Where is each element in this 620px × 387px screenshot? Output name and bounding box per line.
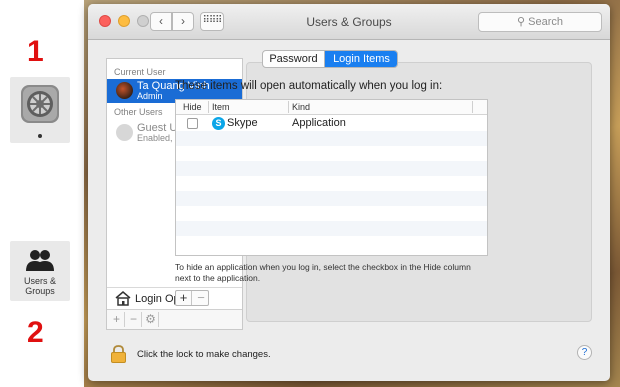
house-icon [115, 291, 131, 306]
lock-message: Click the lock to make changes. [137, 349, 271, 360]
hide-checkbox[interactable] [187, 118, 198, 129]
column-hide[interactable]: Hide [183, 102, 202, 112]
step-number-2: 2 [27, 316, 44, 349]
column-item[interactable]: Item [212, 102, 230, 112]
system-preferences-dock-item[interactable] [10, 77, 70, 143]
empty-row [176, 221, 487, 236]
users-groups-pref-item[interactable]: Users & Groups [10, 241, 70, 301]
search-placeholder: Search [528, 16, 563, 28]
column-divider [288, 101, 289, 113]
help-button[interactable]: ? [577, 345, 592, 360]
add-user-button[interactable]: + [109, 312, 125, 327]
lock-icon[interactable] [110, 345, 127, 363]
title-bar: ‹ › ⠿⠿⠿ Users & Groups ⚲ Search [88, 4, 610, 40]
empty-row [176, 131, 487, 146]
search-icon: ⚲ [517, 16, 529, 28]
login-items-table[interactable]: Hide Item Kind S Skype Application [175, 99, 488, 256]
remove-user-button[interactable]: − [126, 312, 142, 327]
other-users-heading: Other Users [114, 107, 163, 117]
sidebar-toolbar: + − ⚙ [107, 309, 242, 329]
avatar [116, 82, 133, 99]
login-items-add-remove: + − [175, 290, 209, 306]
login-items-intro: These items will open automatically when… [175, 80, 443, 92]
remove-login-item-button[interactable]: − [193, 291, 209, 305]
tab-password[interactable]: Password [263, 51, 325, 67]
empty-row [176, 161, 487, 176]
login-items-hint: To hide an application when you log in, … [175, 262, 471, 283]
item-name: Skype [227, 117, 258, 129]
avatar [116, 124, 133, 141]
search-field[interactable]: ⚲ Search [478, 12, 602, 32]
table-header: Hide Item Kind [176, 100, 487, 115]
user-role: Admin [137, 91, 163, 101]
skype-icon: S [212, 117, 225, 130]
empty-row [176, 191, 487, 206]
current-user-heading: Current User [114, 67, 166, 77]
step-number-1: 1 [27, 35, 44, 68]
column-divider [472, 101, 473, 113]
column-divider [208, 101, 209, 113]
users-groups-label: Users & Groups [23, 276, 56, 296]
tab-login-items[interactable]: Login Items [325, 51, 397, 67]
running-indicator [38, 134, 42, 138]
system-preferences-icon [21, 85, 59, 123]
column-kind[interactable]: Kind [292, 102, 310, 112]
gear-icon[interactable]: ⚙ [143, 312, 159, 327]
users-icon [26, 250, 54, 271]
table-row[interactable]: S Skype Application [176, 116, 487, 131]
tab-control: Password Login Items [262, 50, 398, 68]
item-kind: Application [292, 117, 346, 129]
add-login-item-button[interactable]: + [176, 291, 192, 305]
